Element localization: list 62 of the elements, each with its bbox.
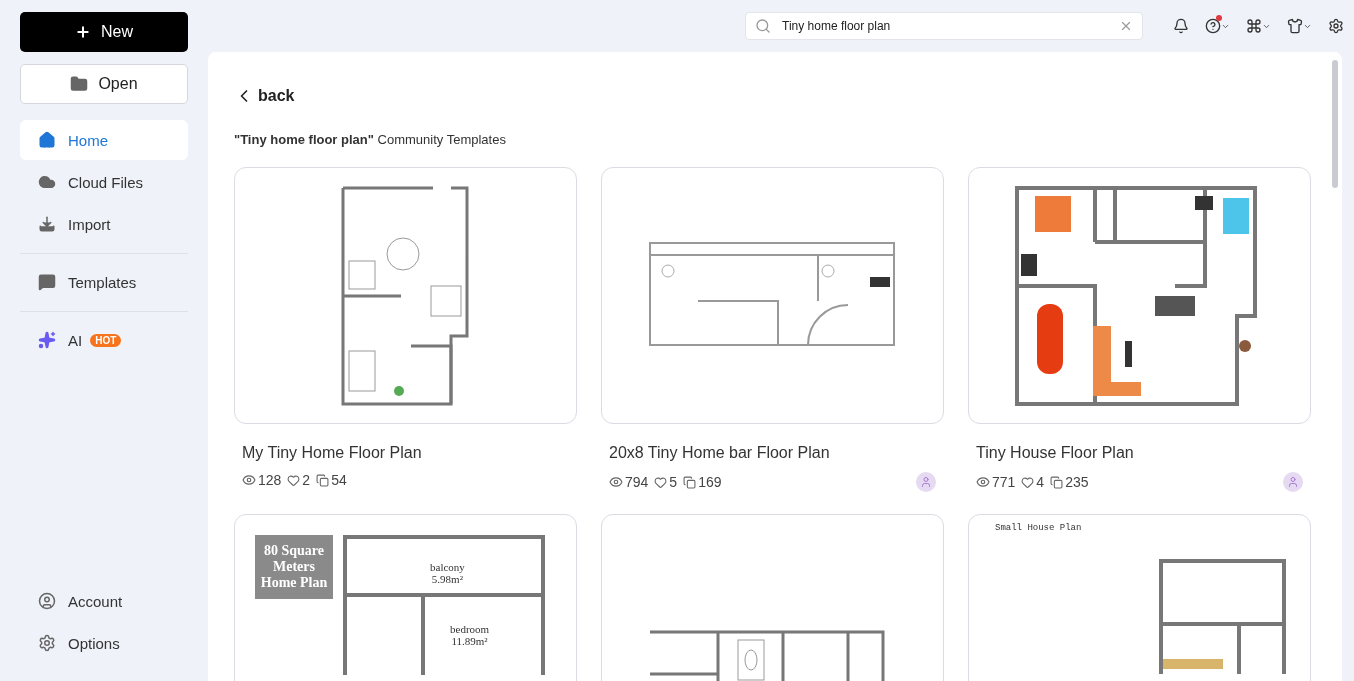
plan-title: Small House Plan: [995, 523, 1082, 533]
sidebar-item[interactable]: Cloud Files: [20, 162, 188, 202]
template-title[interactable]: Tiny House Floor Plan: [976, 444, 1311, 462]
home-icon: [38, 131, 56, 149]
heart-icon: [287, 473, 301, 487]
view-count: 794: [625, 474, 649, 490]
template-thumbnail[interactable]: 80 Square Meters Home Plan balcony 5.98m² bedroom 11.89m²: [234, 514, 577, 681]
template-thumbnail[interactable]: [234, 167, 577, 424]
template-thumbnail[interactable]: [968, 167, 1311, 424]
sidebar-item[interactable]: Home: [20, 120, 188, 160]
cloud-icon: [38, 173, 56, 191]
plan-title: 80 Square Meters Home Plan: [255, 535, 333, 599]
new-button[interactable]: New: [20, 12, 188, 52]
eye-icon: [242, 473, 256, 487]
sidebar-item[interactable]: Import: [20, 204, 188, 244]
sidebar-item[interactable]: Templates: [20, 262, 188, 302]
sidebar-item[interactable]: AI HOT: [20, 320, 188, 360]
back-link[interactable]: back: [234, 86, 295, 106]
eye-icon: [609, 475, 623, 489]
heart-icon: [1021, 475, 1035, 489]
room-label: bedroom 11.89m²: [450, 623, 490, 648]
copy-icon: [683, 475, 697, 489]
download-icon: [38, 215, 56, 233]
copy-count: 169: [698, 474, 722, 490]
apps-icon[interactable]: [1246, 18, 1262, 34]
heart-icon: [654, 475, 668, 489]
view-count: 771: [992, 474, 1016, 490]
template-title[interactable]: 20x8 Tiny Home bar Floor Plan: [609, 444, 944, 462]
eye-icon: [976, 475, 990, 489]
gear-icon: [38, 634, 56, 652]
clear-icon[interactable]: [1119, 19, 1133, 33]
scrollbar-thumb[interactable]: [1332, 60, 1338, 188]
open-button[interactable]: Open: [20, 64, 188, 104]
template-thumbnail[interactable]: Small House Plan: [968, 514, 1311, 681]
message-icon: [38, 273, 56, 291]
like-count: 4: [1036, 474, 1045, 490]
settings-icon[interactable]: [1328, 18, 1344, 34]
copy-icon: [316, 473, 330, 487]
copy-count: 235: [1065, 474, 1089, 490]
hot-badge: HOT: [90, 333, 122, 347]
bell-icon[interactable]: [1173, 18, 1189, 34]
sparkle-icon: [38, 331, 56, 349]
like-count: 2: [302, 472, 311, 488]
view-count: 128: [258, 472, 282, 488]
sidebar-item[interactable]: Account: [20, 581, 188, 621]
user-icon: [38, 592, 56, 610]
shirt-icon[interactable]: [1287, 18, 1303, 34]
room-label: balcony 5.98m²: [430, 561, 465, 586]
author-avatar[interactable]: [1283, 472, 1303, 492]
template-thumbnail[interactable]: [601, 167, 944, 424]
copy-icon: [1050, 475, 1064, 489]
author-avatar[interactable]: [916, 472, 936, 492]
sidebar-item[interactable]: Options: [20, 623, 188, 663]
results-heading: "Tiny home floor plan" Community Templates: [234, 132, 507, 147]
folder-icon: [70, 75, 89, 93]
help-icon[interactable]: [1205, 18, 1221, 34]
like-count: 5: [669, 474, 678, 490]
search-icon: [755, 18, 771, 34]
template-title[interactable]: My Tiny Home Floor Plan: [242, 444, 577, 462]
plus-icon: [75, 24, 91, 40]
search-field[interactable]: Tiny home floor plan: [745, 12, 1143, 40]
copy-count: 54: [331, 472, 347, 488]
